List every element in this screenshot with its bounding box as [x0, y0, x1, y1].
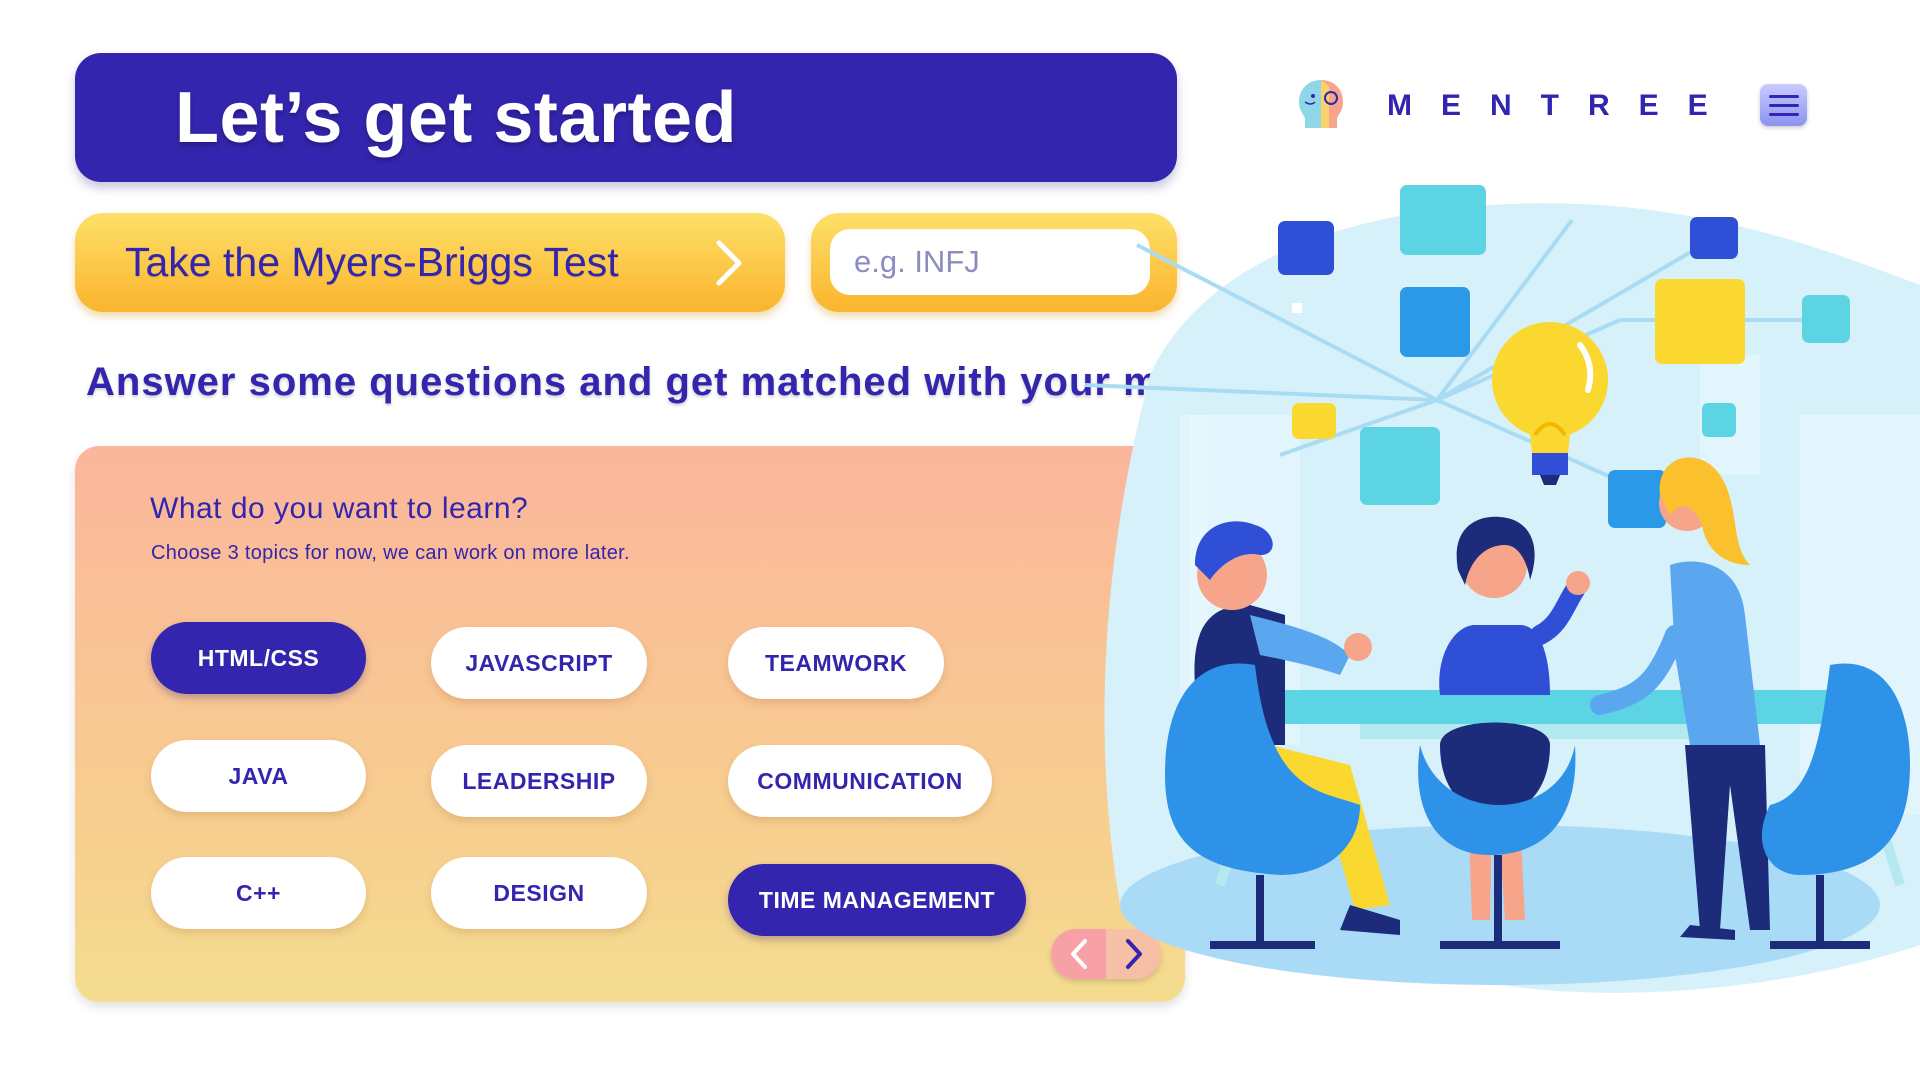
topics-panel-hint: Choose 3 topics for now, we can work on … [151, 542, 630, 564]
topics-panel-title: What do you want to learn? [150, 492, 529, 525]
topic-chip-javascript[interactable]: JAVASCRIPT [431, 627, 647, 699]
topic-chip-java[interactable]: JAVA [151, 740, 366, 812]
topic-chip-label: HTML/CSS [197, 644, 320, 671]
head-profile-icon [1293, 76, 1349, 137]
topic-chip-cpp[interactable]: C++ [151, 857, 366, 929]
topic-chip-time-management[interactable]: TIME MANAGEMENT [728, 864, 1026, 936]
topic-chip-communication[interactable]: COMMUNICATION [728, 745, 992, 817]
brand-name: MENTREE [1387, 89, 1737, 122]
page-title: Let’s get started [175, 77, 737, 158]
chevron-right-icon [711, 235, 747, 296]
topic-chip-label: LEADERSHIP [462, 767, 616, 794]
topic-chip-label: C++ [236, 879, 281, 906]
topic-chip-design[interactable]: DESIGN [431, 857, 647, 929]
topic-chip-html-css[interactable]: HTML/CSS [151, 622, 366, 694]
topic-chip-label: JAVASCRIPT [465, 649, 613, 676]
topic-chip-label: TEAMWORK [765, 649, 907, 676]
topic-chip-label: DESIGN [493, 879, 585, 906]
myers-briggs-button-label: Take the Myers-Briggs Test [125, 239, 619, 285]
header-banner: Let’s get started [75, 53, 1177, 182]
topic-chip-teamwork[interactable]: TEAMWORK [728, 627, 944, 699]
brand[interactable]: MENTREE [1293, 76, 1737, 136]
topic-chip-label: COMMUNICATION [757, 767, 963, 794]
team-meeting-illustration [1080, 185, 1920, 1005]
topic-chip-label: JAVA [228, 762, 289, 789]
hamburger-menu-icon[interactable] [1760, 84, 1807, 126]
topic-chip-leadership[interactable]: LEADERSHIP [431, 745, 647, 817]
myers-briggs-test-button[interactable]: Take the Myers-Briggs Test [75, 213, 785, 312]
topic-chip-label: TIME MANAGEMENT [758, 886, 996, 913]
